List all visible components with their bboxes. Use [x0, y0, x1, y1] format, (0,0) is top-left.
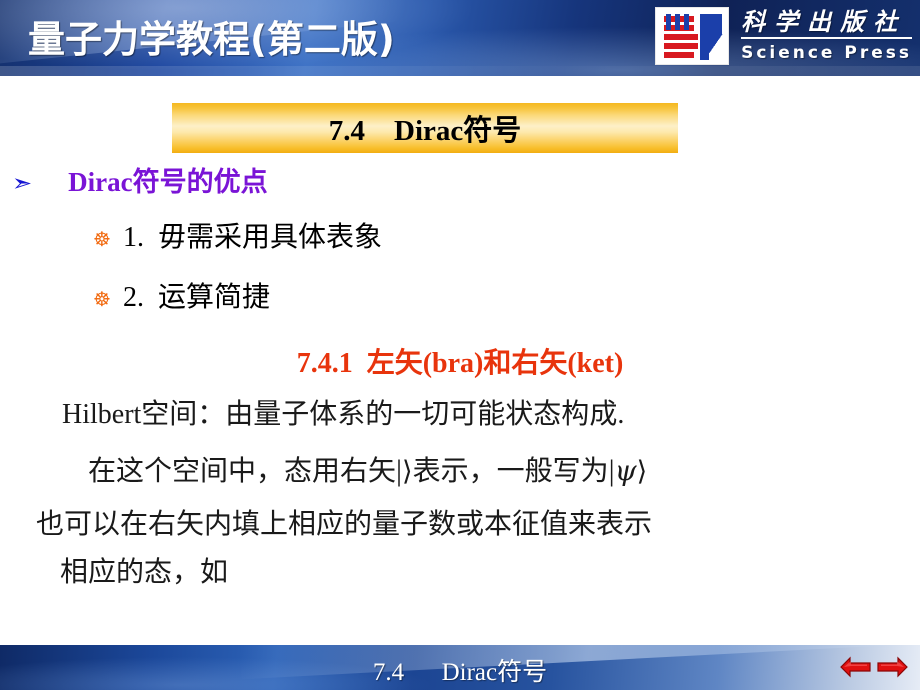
advantages-heading: Dirac符号的优点	[68, 167, 268, 197]
arrow-left-icon[interactable]	[840, 655, 871, 679]
arrow-right-bullet-icon: ➣	[12, 169, 33, 197]
publisher-name-cn: 科学出版社	[741, 10, 912, 39]
publisher-name-en: Science Press	[741, 42, 912, 63]
list-item: ☸ 2. 运算简捷	[93, 275, 270, 315]
list-item: ☸ 1. 毋需采用具体表象	[93, 215, 382, 255]
course-title: 量子力学教程(第二版)	[28, 18, 395, 61]
paragraph-line-2-before: 在这个空间中，态用右矢	[88, 456, 397, 487]
section-heading: 7.4.1 左矢(bra)和右矢(ket)	[296, 348, 624, 379]
list-item-label: 1. 毋需采用具体表象	[122, 222, 382, 253]
dharma-wheel-bullet-icon: ☸	[93, 287, 111, 311]
arrow-right-icon[interactable]	[877, 655, 908, 679]
navigation-arrows	[840, 655, 908, 679]
slide-title-banner: 7.4 Dirac符号	[172, 103, 678, 153]
empty-ket-symbol: |⟩	[396, 454, 413, 487]
slide-title: 7.4 Dirac符号	[328, 115, 522, 147]
paragraph-line-3: 也可以在右矢内填上相应的量子数或本征值来表示	[36, 509, 653, 540]
footer-title: 7.4 Dirac符号	[372, 659, 548, 686]
slide-content: ➣ Dirac符号的优点 ☸ 1. 毋需采用具体表象 ☸ 2. 运算简捷 7.4…	[0, 153, 920, 633]
dharma-wheel-bullet-icon: ☸	[93, 227, 111, 251]
psi-ket-symbol: |ψ⟩	[608, 454, 648, 487]
slide-footer: 7.4 Dirac符号	[0, 645, 920, 690]
paragraph-line-1: Hilbert空间：由量子体系的一切可能状态构成.	[62, 399, 625, 430]
publisher-logo-block: 科学出版社 Science Press	[655, 4, 912, 68]
advantages-row: ➣ Dirac符号的优点	[12, 160, 268, 199]
slide-header: 量子力学教程(第二版) 科学出版社 Science Press	[0, 0, 920, 76]
paragraph-line-4: 相应的态，如	[60, 557, 229, 588]
list-item-label: 2. 运算简捷	[122, 282, 270, 313]
paragraph-line-2-middle: 表示，一般写为	[412, 456, 609, 487]
science-press-logo-icon	[655, 7, 730, 65]
paragraph-line-2: 在这个空间中，态用右矢|⟩表示，一般写为|ψ⟩	[88, 456, 647, 486]
